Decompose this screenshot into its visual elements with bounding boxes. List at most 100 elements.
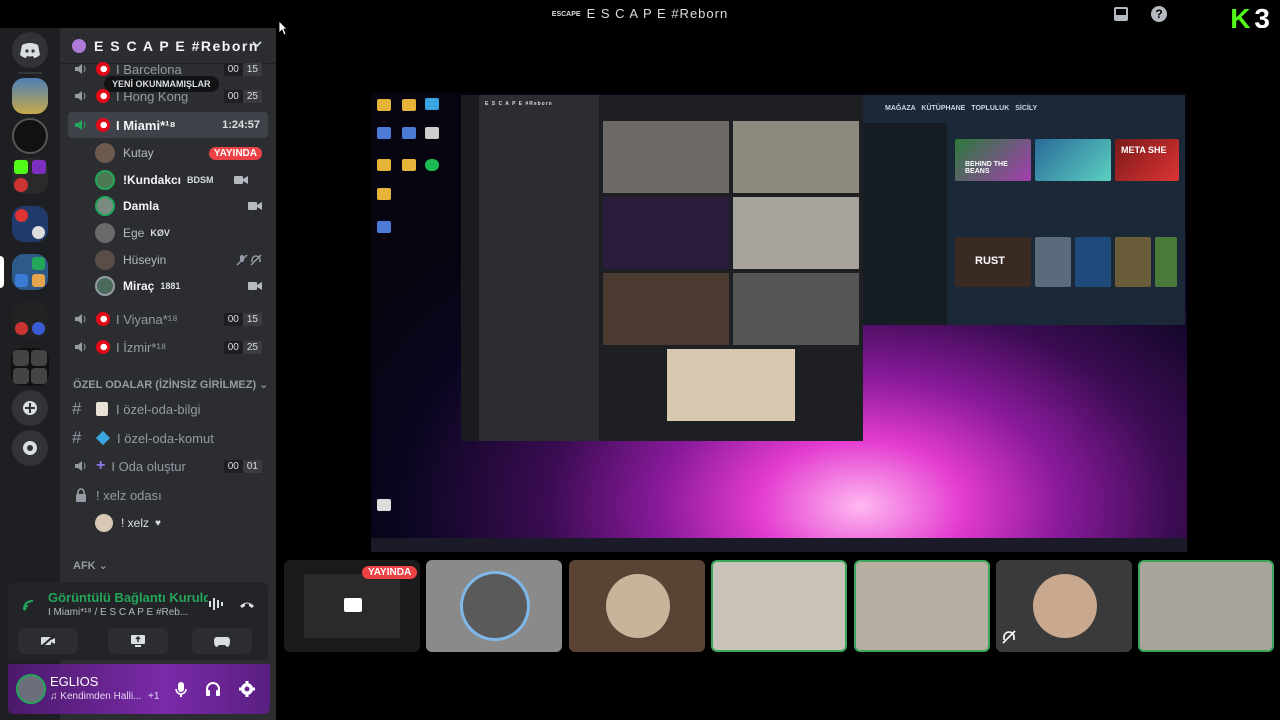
participant-tile[interactable] xyxy=(426,560,562,652)
microphone-icon[interactable] xyxy=(172,680,190,698)
lock-icon xyxy=(76,488,86,502)
steam-nav: MAĞAZA KÜTÜPHANE TOPLULUK SİCİLY xyxy=(885,105,1038,112)
voice-channel-xelz[interactable]: ! xelz odası xyxy=(68,482,268,508)
flag-icon xyxy=(96,340,110,354)
steam-window: MAĞAZA KÜTÜPHANE TOPLULUK SİCİLY BEHIND … xyxy=(863,95,1185,325)
user-limit-badge: 00 15 xyxy=(223,62,262,76)
noise-suppression-icon[interactable] xyxy=(208,596,224,612)
game-title: RUST xyxy=(975,255,1005,267)
mouse-cursor-icon xyxy=(278,20,288,36)
user-limit-badge: 00 01 xyxy=(223,459,262,473)
user-avatar[interactable] xyxy=(16,674,46,704)
text-channel-ozel-oda-bilgi[interactable]: # I özel-oda-bilgi xyxy=(68,396,268,422)
plus-icon: + xyxy=(96,457,106,474)
voice-channel-miami[interactable]: I Miami*¹⁸ 1:24:57 xyxy=(68,112,268,138)
avatar xyxy=(95,143,115,163)
live-badge: YAYINDA xyxy=(362,566,418,579)
speaker-icon xyxy=(75,314,86,324)
category-afk[interactable]: AFK ⌄ xyxy=(73,559,108,572)
voice-channel-izmir[interactable]: I İzmir*¹⁸ 00 25 xyxy=(68,334,268,360)
server-folder-kick[interactable] xyxy=(12,158,48,194)
speaker-icon xyxy=(75,461,86,471)
call-timer: 1:24:57 xyxy=(222,119,260,131)
gamepad-icon xyxy=(214,637,230,647)
status-extra-count: +1 xyxy=(148,691,160,702)
chevron-down-icon[interactable] xyxy=(252,39,262,49)
category-private-rooms[interactable]: ÖZEL ODALAR (İZİNSİZ GİRİLMEZ) ⌄ xyxy=(73,378,268,391)
voice-user[interactable]: !Kundakcı BDSM xyxy=(95,167,270,193)
stream-tile[interactable]: YAYINDA xyxy=(284,560,420,652)
avatar xyxy=(95,223,115,243)
muted-mic-icon xyxy=(236,254,248,266)
camera-icon xyxy=(248,202,262,210)
server-folder-a[interactable] xyxy=(12,206,48,242)
camera-icon xyxy=(248,282,262,290)
screen-share-button[interactable] xyxy=(108,628,168,654)
camera-off-button[interactable] xyxy=(18,628,78,654)
diamond-icon xyxy=(95,430,111,446)
memo-icon xyxy=(96,402,108,416)
connection-status: Görüntülü Bağlantı Kuruldu xyxy=(48,590,208,605)
hash-icon: # xyxy=(72,399,82,418)
add-server-icon[interactable] xyxy=(12,390,48,426)
signal-icon xyxy=(23,600,34,611)
voice-user[interactable]: Damla xyxy=(95,193,270,219)
inbox-icon[interactable] xyxy=(1112,5,1130,23)
speaker-icon xyxy=(75,64,86,74)
hash-icon: # xyxy=(72,428,82,447)
disconnect-icon[interactable] xyxy=(238,596,256,612)
username: EGLIOS xyxy=(50,674,99,689)
window-title: ESCAPE E S C A P E #Reborn xyxy=(551,6,729,21)
user-limit-badge: 00 15 xyxy=(223,312,262,326)
voice-channel-oda-olustur[interactable]: + I Oda oluştur 00 01 xyxy=(68,453,268,479)
windows-taskbar xyxy=(371,538,1187,552)
settings-gear-icon[interactable] xyxy=(238,680,256,698)
server-folder-b[interactable] xyxy=(12,302,48,338)
participant-tile[interactable] xyxy=(854,560,990,652)
help-icon[interactable]: ? xyxy=(1150,5,1168,23)
voice-user[interactable]: ! xelz ♥ xyxy=(95,510,270,536)
speaker-icon xyxy=(75,91,86,101)
server-name: E S C A P E #Reborn xyxy=(94,38,259,54)
text-channel-ozel-oda-komut[interactable]: # I özel-oda-komut xyxy=(68,425,268,451)
speaker-icon xyxy=(75,120,86,130)
voice-channel-barcelona[interactable]: I Barcelona 00 15 xyxy=(68,56,268,82)
voice-user[interactable]: Ege KØV xyxy=(95,220,270,246)
monitor-icon xyxy=(344,598,362,612)
discord-home-icon[interactable] xyxy=(12,32,48,68)
avatar xyxy=(95,196,115,216)
server-folder-grid[interactable] xyxy=(11,348,49,386)
deafened-icon xyxy=(1002,630,1016,644)
deafened-icon xyxy=(250,254,262,266)
user-panel: EGLIOS ♫ Kendimden Halli... +1 xyxy=(8,664,270,714)
voice-user[interactable]: Miraç 1881 xyxy=(95,273,270,299)
activities-button[interactable] xyxy=(192,628,252,654)
explore-icon[interactable] xyxy=(12,430,48,466)
voice-user[interactable]: Kutay YAYINDA xyxy=(95,140,270,166)
connection-location[interactable]: I Miami*¹⁸ / E S C A P E #Reb... xyxy=(48,607,198,618)
server-folder-escape[interactable] xyxy=(12,254,48,290)
speaker-icon xyxy=(75,342,86,352)
voice-channel-hong-kong[interactable]: I Hong Kong 00 25 xyxy=(68,83,268,109)
headphones-icon[interactable] xyxy=(204,680,222,698)
participant-tile[interactable] xyxy=(996,560,1132,652)
user-limit-badge: 00 25 xyxy=(223,340,262,354)
participant-tile[interactable] xyxy=(569,560,705,652)
title-bar: ESCAPE E S C A P E #Reborn ? K3 xyxy=(0,0,1280,34)
user-limit-badge: 00 25 xyxy=(223,89,262,103)
flag-icon xyxy=(96,62,110,76)
server-icon-crosshair[interactable] xyxy=(12,118,48,154)
camera-off-icon xyxy=(40,634,56,648)
live-badge: YAYINDA xyxy=(208,146,262,160)
voice-user[interactable]: Hüseyin xyxy=(95,247,270,273)
user-status: ♫ Kendimden Halli... xyxy=(50,691,142,702)
nested-server-name: E S C A P E #Reborn xyxy=(485,101,553,107)
stream-stage[interactable]: E S C A P E #Reborn MAĞAZA KÜTÜPHANE TOP… xyxy=(276,28,1280,558)
participant-tile[interactable] xyxy=(1138,560,1274,652)
server-icon-landscape[interactable] xyxy=(12,78,48,114)
svg-text:?: ? xyxy=(1155,7,1162,21)
flag-icon xyxy=(96,312,110,326)
voice-channel-viyana[interactable]: I Viyana*¹⁸ 00 15 xyxy=(68,306,268,332)
shared-screen[interactable]: E S C A P E #Reborn MAĞAZA KÜTÜPHANE TOP… xyxy=(371,93,1187,552)
participant-tile[interactable] xyxy=(711,560,847,652)
